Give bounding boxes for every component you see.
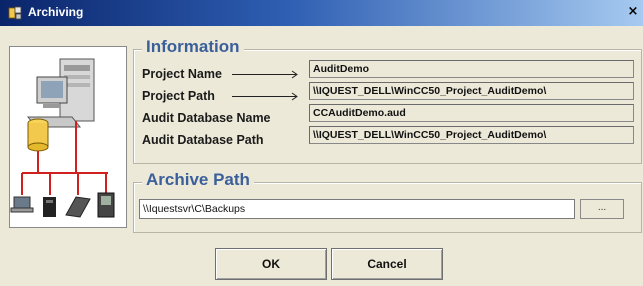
audit-database-name-label: Audit Database Name: [142, 111, 271, 125]
project-name-label: Project Name: [142, 67, 222, 81]
arrow-icon: [232, 70, 298, 79]
archiving-dialog: Archiving × Information Project Name Aud…: [0, 0, 643, 286]
window-title: Archiving: [28, 5, 84, 19]
project-path-label: Project Path: [142, 89, 215, 103]
information-heading: Information: [142, 37, 244, 57]
project-name-field: AuditDemo: [309, 60, 634, 78]
close-button[interactable]: ×: [626, 5, 640, 19]
archiving-app-icon: [8, 6, 22, 20]
arrow-icon: [232, 92, 298, 101]
project-path-field: \\IQUEST_DELL\WinCC50_Project_AuditDemo\: [309, 82, 634, 100]
audit-database-name-field: CCAuditDemo.aud: [309, 104, 634, 122]
audit-database-path-field: \\IQUEST_DELL\WinCC50_Project_AuditDemo\: [309, 126, 634, 144]
archive-path-input[interactable]: \\Iquestsvr\C\Backups: [139, 199, 575, 219]
cancel-button[interactable]: Cancel: [331, 248, 443, 280]
network-devices-illustration: [9, 46, 127, 228]
title-bar[interactable]: Archiving ×: [0, 0, 643, 26]
ok-button[interactable]: OK: [215, 248, 327, 280]
browse-button[interactable]: ...: [580, 199, 624, 219]
illustration-graphic: [10, 58, 115, 218]
audit-database-path-label: Audit Database Path: [142, 133, 264, 147]
archive-path-heading: Archive Path: [142, 170, 254, 190]
